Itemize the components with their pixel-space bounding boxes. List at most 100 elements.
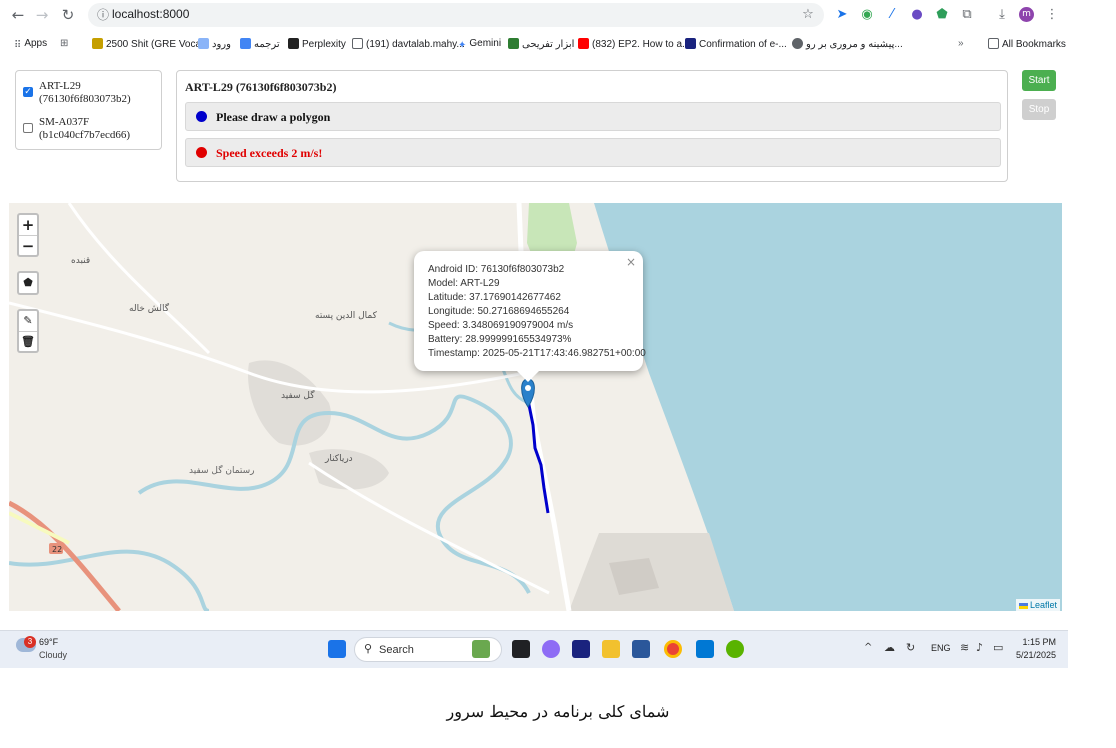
bookmark-all[interactable]: All Bookmarks — [988, 38, 1066, 50]
bookmark-gre[interactable]: 2500 Shit (GRE Voca... — [92, 38, 209, 50]
device-checkbox[interactable]: ✓ — [23, 87, 33, 97]
weather-badge: 3 — [24, 636, 36, 648]
taskbar: 3 69°F Cloudy ⚲ Search ^ ☁ ↻ ENG ≋ ♪ ▭ 1… — [0, 630, 1068, 668]
popup-latitude: Latitude: 37.17690142677462 — [428, 292, 561, 303]
device-checkbox[interactable] — [23, 123, 33, 133]
tab-groups-icon[interactable]: ⊞ — [60, 38, 68, 49]
widget-app-icon[interactable] — [472, 640, 490, 658]
wifi-icon[interactable]: ≋ — [960, 641, 969, 654]
device-name: ART-L29 — [39, 80, 81, 92]
mail-icon — [352, 38, 363, 49]
place-label: قنبده — [71, 256, 90, 266]
word-icon[interactable] — [632, 640, 650, 658]
extension-purple-icon[interactable]: ● — [909, 7, 925, 23]
extensions-puzzle-icon[interactable]: ⧉ — [959, 7, 975, 23]
reload-icon[interactable]: ↻ — [58, 5, 78, 25]
bookmark-gemini[interactable]: ✦ Gemini — [458, 38, 501, 51]
bookmark-perplexity[interactable]: Perplexity — [288, 38, 346, 50]
back-icon[interactable]: ← — [8, 5, 28, 25]
windows-start-icon[interactable] — [328, 640, 346, 658]
site-info-icon[interactable]: ⓘ — [94, 6, 112, 24]
status-red-dot-icon — [196, 147, 207, 158]
map[interactable]: کمال الدین پسته گالش خاله قنبده گل سفید … — [9, 203, 1062, 611]
bookmark-confirmation[interactable]: Confirmation of e-... — [685, 38, 787, 50]
bookmark-apps[interactable]: ⠿ Apps — [14, 38, 47, 51]
qgis-icon[interactable] — [726, 640, 744, 658]
draw-polygon-icon[interactable]: ⬟ — [19, 273, 37, 293]
edit-layers-icon[interactable]: ✎ — [19, 311, 37, 331]
bookmark-login[interactable]: ورود — [198, 38, 231, 50]
bookmarks-overflow-icon[interactable]: » — [958, 38, 964, 49]
bookmark-youtube[interactable]: (832) EP2. How to a... — [578, 38, 690, 50]
battery-icon[interactable]: ▭ — [993, 641, 1003, 654]
map-attribution[interactable]: Leaflet — [1015, 599, 1060, 611]
status-message: Please draw a polygon — [185, 102, 1001, 131]
start-button[interactable]: Start — [1022, 70, 1056, 91]
stop-button[interactable]: Stop — [1022, 99, 1056, 120]
device-name: SM-A037F — [39, 116, 90, 128]
search-icon: ⚲ — [364, 642, 373, 655]
gemini-icon: ✦ — [458, 40, 467, 51]
apps-grid-icon: ⠿ — [14, 40, 22, 51]
zoom-out-button[interactable]: − — [19, 235, 37, 255]
place-label: گالش خاله — [129, 302, 170, 314]
delete-layers-icon[interactable]: 🗑 — [19, 331, 37, 351]
bookmark-review[interactable]: پیشینه و مروری بر رو... — [792, 38, 903, 50]
download-icon[interactable]: ⤓ — [994, 7, 1010, 23]
browser-toolbar: ← → ↻ ⓘ localhost:8000 ☆ ➤ ◉ ⁄ ● ⬟ ⧉ ⤓ m… — [0, 0, 1116, 30]
popup-longitude: Longitude: 50.27168694655264 — [428, 306, 570, 317]
vscode-icon[interactable] — [696, 640, 714, 658]
popup-tip — [517, 371, 539, 382]
device-id: (76130f6f803073b2) — [39, 93, 131, 105]
bookmark-translate[interactable]: ترجمه — [240, 38, 280, 50]
file-explorer-icon[interactable] — [602, 640, 620, 658]
translate-icon — [240, 38, 251, 49]
device-id: (b1c040cf7b7ecd66) — [39, 129, 131, 141]
zoom-in-button[interactable]: + — [19, 215, 37, 235]
close-icon[interactable]: × — [626, 255, 636, 269]
extension-shield-icon[interactable]: ⬟ — [934, 7, 950, 23]
language-indicator[interactable]: ENG — [931, 643, 951, 653]
youtube-icon — [578, 38, 589, 49]
place-label: گل سفید — [281, 389, 315, 401]
status-blue-dot-icon — [196, 111, 207, 122]
popup-android-id: Android ID: 76130f6f803073b2 — [428, 264, 565, 275]
extension-green-icon[interactable]: ◉ — [859, 7, 875, 23]
popup-timestamp: Timestamp: 2025-05-21T17:43:46.982751+00… — [428, 348, 646, 359]
device-track — [526, 399, 550, 514]
address-url: localhost:8000 — [112, 7, 190, 21]
extension-bars-icon[interactable]: ⁄ — [884, 7, 900, 23]
address-bar[interactable]: ⓘ localhost:8000 — [88, 3, 824, 27]
profile-avatar[interactable]: m — [1019, 7, 1034, 22]
clock-time[interactable]: 1:15 PM — [1022, 637, 1056, 647]
bookmark-star-icon[interactable]: ☆ — [800, 7, 816, 23]
popup-battery: Battery: 28.999999165534973% — [428, 334, 572, 345]
bookmarks-bar: ⠿ Apps ⊞ 2500 Shit (GRE Voca... ورود ترجم… — [0, 34, 1116, 56]
draw-toolbar: ⬟ — [17, 271, 39, 295]
store-icon[interactable] — [572, 640, 590, 658]
device-popup: × Android ID: 76130f6f803073b2 Model: AR… — [414, 251, 646, 371]
bookmark-login-icon — [198, 38, 209, 49]
onedrive-icon[interactable]: ☁ — [884, 641, 895, 654]
place-label: رستمان گل سفید — [189, 464, 255, 476]
sync-icon[interactable]: ↻ — [906, 641, 915, 654]
folder-icon — [988, 38, 999, 49]
bookmark-mail[interactable]: (191) davtalab.mahy... — [352, 38, 465, 50]
clock-date[interactable]: 5/21/2025 — [1014, 650, 1056, 660]
place-label: دریاکنار — [324, 454, 353, 464]
chrome-icon[interactable] — [664, 640, 682, 658]
place-label: کمال الدین پسته — [315, 311, 378, 321]
copilot-icon[interactable] — [542, 640, 560, 658]
status-panel: ART-L29 (76130f6f803073b2) Please draw a… — [176, 70, 1008, 182]
chevron-up-icon[interactable]: ^ — [864, 642, 872, 653]
weather-desc: Cloudy — [39, 650, 68, 660]
extension-send-icon[interactable]: ➤ — [834, 7, 850, 23]
menu-kebab-icon[interactable]: ⋮ — [1044, 7, 1060, 23]
forward-icon[interactable]: → — [32, 5, 52, 25]
popup-model: Model: ART-L29 — [428, 278, 500, 289]
task-view-icon[interactable] — [512, 640, 530, 658]
fun-tools-icon — [508, 38, 519, 49]
bookmark-fun-tools[interactable]: ابزار تفریحی — [508, 38, 574, 50]
volume-icon[interactable]: ♪ — [976, 641, 983, 654]
bookmark-gre-icon — [92, 38, 103, 49]
